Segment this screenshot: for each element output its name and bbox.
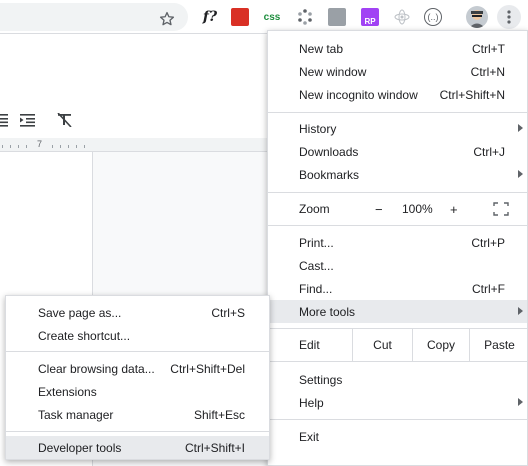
ruler: 7 xyxy=(0,138,270,152)
bookmark-star-icon[interactable] xyxy=(158,10,176,28)
zoom-out-button[interactable]: − xyxy=(375,202,383,217)
submenu-item-clear-browsing-data[interactable]: Clear browsing data... Ctrl+Shift+Del xyxy=(6,357,269,380)
decrease-indent-icon[interactable] xyxy=(0,113,10,127)
menu-separator xyxy=(268,225,527,226)
menu-item-help[interactable]: Help xyxy=(268,391,527,414)
profile-avatar[interactable] xyxy=(466,6,488,28)
menu-item-settings[interactable]: Settings xyxy=(268,368,527,391)
red-book-extension-icon[interactable] xyxy=(231,8,249,26)
more-tools-submenu: Save page as... Ctrl+S Create shortcut..… xyxy=(5,295,270,460)
code-extension-icon[interactable]: (..) xyxy=(424,8,442,26)
menu-item-find[interactable]: Find... Ctrl+F xyxy=(268,277,527,300)
submenu-item-task-manager[interactable]: Task manager Shift+Esc xyxy=(6,403,269,426)
menu-item-exit[interactable]: Exit xyxy=(268,425,527,448)
menu-item-print[interactable]: Print... Ctrl+P xyxy=(268,231,527,254)
menu-separator xyxy=(6,351,269,352)
more-vert-icon xyxy=(507,10,511,24)
dots-extension-icon[interactable] xyxy=(296,8,314,26)
zoom-label: Zoom xyxy=(299,202,330,216)
menu-item-more-tools[interactable]: More tools xyxy=(268,300,527,323)
menu-item-new-window[interactable]: New window Ctrl+N xyxy=(268,60,527,83)
address-bar[interactable] xyxy=(0,3,188,31)
stack-extension-icon[interactable] xyxy=(328,8,346,26)
menu-item-cast[interactable]: Cast... xyxy=(268,254,527,277)
browser-toolbar: f? css RP (..) xyxy=(0,0,528,34)
submenu-item-extensions[interactable]: Extensions xyxy=(6,380,269,403)
submenu-item-developer-tools[interactable]: Developer tools Ctrl+Shift+I xyxy=(6,436,269,459)
document-toolbar xyxy=(0,105,270,135)
copy-button[interactable]: Copy xyxy=(412,329,469,361)
chrome-menu-button[interactable] xyxy=(497,5,521,29)
submenu-arrow-icon xyxy=(518,170,523,178)
formula-extension-icon[interactable]: f? xyxy=(198,8,222,26)
menu-item-downloads[interactable]: Downloads Ctrl+J xyxy=(268,140,527,163)
zoom-row: Zoom − 100% + xyxy=(268,193,527,225)
submenu-arrow-icon xyxy=(518,398,523,406)
submenu-arrow-icon xyxy=(518,307,523,315)
zoom-level: 100% xyxy=(402,202,433,216)
menu-item-bookmarks[interactable]: Bookmarks xyxy=(268,163,527,186)
menu-item-new-tab[interactable]: New tab Ctrl+T xyxy=(268,37,527,60)
increase-indent-icon[interactable] xyxy=(20,113,36,127)
rp-extension-icon[interactable]: RP xyxy=(361,8,379,26)
menu-separator xyxy=(268,112,527,113)
atom-extension-icon[interactable] xyxy=(393,8,411,26)
menu-item-new-incognito-window[interactable]: New incognito window Ctrl+Shift+N xyxy=(268,83,527,106)
ruler-number: 7 xyxy=(37,139,43,149)
menu-item-history[interactable]: History xyxy=(268,117,527,140)
cut-button[interactable]: Cut xyxy=(352,329,412,361)
submenu-arrow-icon xyxy=(518,124,523,132)
menu-separator xyxy=(6,431,269,432)
chrome-main-menu: New tab Ctrl+T New window Ctrl+N New inc… xyxy=(267,30,528,466)
edit-label: Edit xyxy=(299,338,320,352)
zoom-in-button[interactable]: + xyxy=(450,202,458,217)
menu-separator xyxy=(268,419,527,420)
css-extension-icon[interactable]: css xyxy=(262,8,282,26)
menu-separator xyxy=(268,361,527,362)
edit-row: Edit Cut Copy Paste xyxy=(268,329,527,361)
clear-formatting-icon[interactable] xyxy=(57,113,73,127)
paste-button[interactable]: Paste xyxy=(469,329,528,361)
submenu-item-create-shortcut[interactable]: Create shortcut... xyxy=(6,324,269,347)
fullscreen-icon[interactable] xyxy=(493,202,509,216)
submenu-item-save-page-as[interactable]: Save page as... Ctrl+S xyxy=(6,301,269,324)
